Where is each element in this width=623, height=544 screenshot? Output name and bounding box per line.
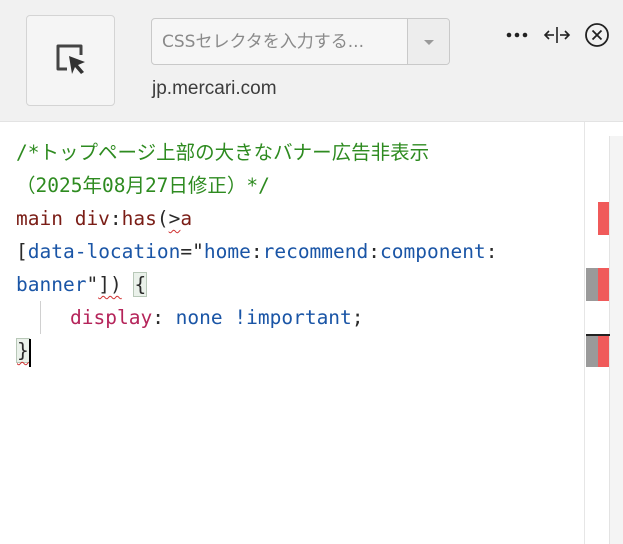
- attr-close: ]): [98, 273, 122, 296]
- open-paren: (: [156, 207, 169, 230]
- comment-line-1: /*トップページ上部の大きなバナー広告非表示: [16, 141, 430, 164]
- semicolon: ;: [351, 306, 364, 329]
- site-domain: jp.mercari.com: [152, 78, 277, 99]
- element-picker-button[interactable]: [26, 15, 115, 106]
- css-selector-field[interactable]: [151, 18, 450, 65]
- attr-value-colon-1: :: [250, 240, 263, 263]
- pseudo-class: has: [121, 207, 157, 230]
- comment-line-2: （2025年08月27日修正）*/: [16, 174, 270, 197]
- code-editor[interactable]: /*トップページ上部の大きなバナー広告非表示 （2025年08月27日修正）*/…: [0, 122, 584, 544]
- code-line-5: banner"]) {: [16, 268, 148, 301]
- pseudo-colon: :: [109, 207, 122, 230]
- code-line-6: display: none !important;: [70, 301, 364, 334]
- css-property: display: [70, 306, 153, 329]
- error-marker: [598, 336, 609, 367]
- property-colon: :: [152, 306, 164, 329]
- selector-dropdown-button[interactable]: [407, 19, 449, 64]
- selector-a: a: [180, 207, 193, 230]
- open-brace: {: [133, 272, 148, 297]
- indent-guide: [40, 301, 41, 334]
- attr-open-bracket: [: [16, 240, 28, 263]
- combinator: >: [168, 207, 181, 230]
- attr-value-home: home: [203, 240, 251, 263]
- attr-quote-open: ": [192, 240, 204, 263]
- chevron-down-icon: [423, 32, 435, 51]
- selection-marker: [586, 268, 598, 301]
- code-line-3: main div:has(>a: [16, 202, 192, 235]
- more-icon[interactable]: [505, 22, 529, 48]
- code-line-7: }: [16, 334, 30, 367]
- editor-scrollbar[interactable]: [584, 122, 623, 544]
- css-value: none: [163, 306, 235, 329]
- attr-equals: =: [180, 240, 193, 263]
- attr-value-recommend: recommend: [262, 240, 369, 263]
- error-marker: [598, 202, 609, 235]
- split-arrows-icon[interactable]: [542, 22, 572, 48]
- attr-value-component: component: [380, 240, 486, 263]
- attr-value-colon-3: :: [485, 240, 498, 263]
- error-marker: [598, 268, 609, 301]
- attr-quote-close: ": [86, 273, 99, 296]
- header: jp.mercari.com: [0, 0, 623, 122]
- attr-name: data-location: [27, 240, 181, 263]
- element-picker-icon: [51, 39, 91, 83]
- text-cursor: [29, 339, 31, 367]
- code-line-4: [data-location="home:recommend:component…: [16, 235, 497, 268]
- important-flag: !important: [234, 306, 352, 329]
- selector-tag: main div: [16, 207, 110, 230]
- attr-value-banner: banner: [16, 273, 87, 296]
- attr-value-colon-2: :: [368, 240, 381, 263]
- close-icon[interactable]: [584, 22, 610, 48]
- css-selector-input[interactable]: [152, 19, 407, 64]
- scroll-track[interactable]: [609, 136, 623, 544]
- close-brace: }: [16, 338, 30, 363]
- selection-marker: [586, 336, 598, 367]
